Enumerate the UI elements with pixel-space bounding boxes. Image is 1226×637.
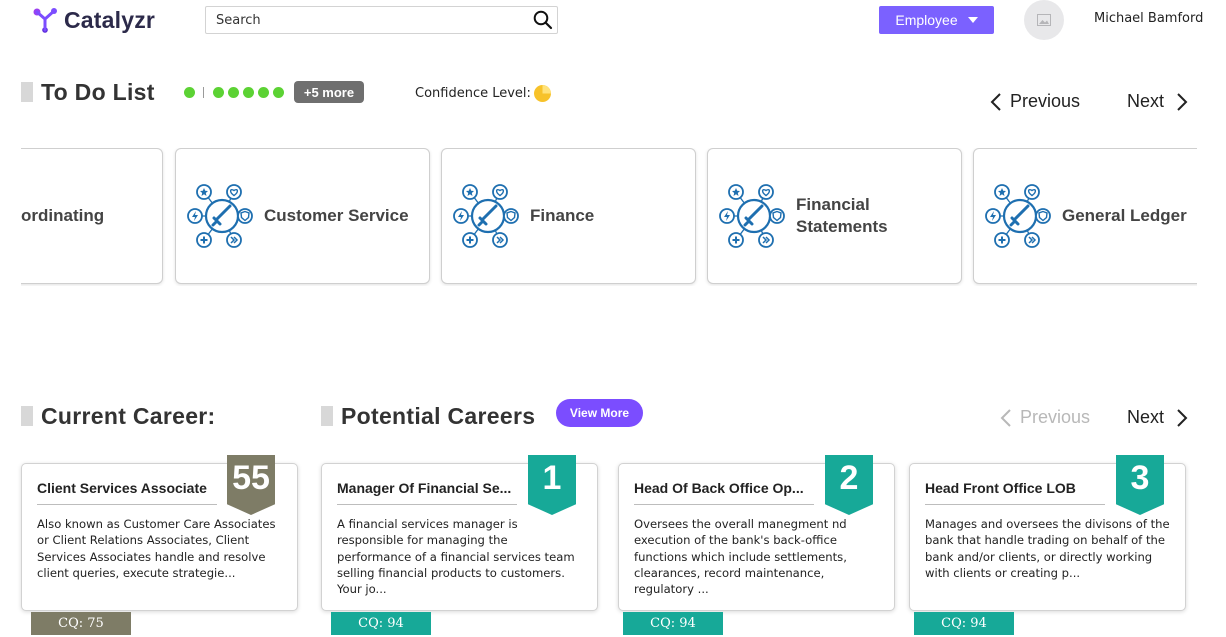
section-marker — [21, 406, 33, 426]
previous-label: Previous — [1020, 407, 1091, 427]
role-select[interactable]: Employee — [879, 6, 994, 34]
logo-text: Catalyzr — [64, 6, 156, 33]
career-description: Oversees the overall manegment nd execut… — [634, 517, 847, 597]
search-box[interactable] — [205, 6, 558, 34]
career-description: Manages and oversees the divisons of the… — [925, 517, 1170, 580]
divider — [337, 504, 517, 505]
skills-carousel: ordinating Customer Service Finance Fina… — [21, 148, 1197, 286]
chevron-right-icon — [1177, 408, 1188, 427]
progress-dots — [184, 87, 288, 98]
skill-card[interactable]: General Ledger — [973, 148, 1197, 284]
skill-label: Customer Service — [264, 206, 409, 225]
image-placeholder-icon — [1037, 14, 1051, 26]
progress-dot — [184, 87, 195, 98]
divider — [37, 504, 217, 505]
skill-card[interactable]: Finance — [441, 148, 696, 284]
next-label: Next — [1127, 91, 1165, 111]
career-description: Also known as Customer Care Associates o… — [37, 517, 276, 580]
skill-badge-icon — [187, 184, 253, 248]
potential-careers-title: Potential Careers — [341, 403, 536, 429]
confidence-label: Confidence Level: — [415, 86, 531, 101]
search-input[interactable] — [206, 7, 529, 33]
catalyzr-logo[interactable]: Catalyzr — [32, 6, 155, 34]
career-title: Head Front Office LOB — [925, 480, 1076, 496]
progress-divider — [203, 87, 204, 98]
cq-badge: CQ: 75 — [31, 612, 131, 635]
search-icon[interactable] — [529, 7, 557, 33]
skill-card[interactable]: Financial Statements — [707, 148, 962, 284]
chevron-left-icon — [990, 92, 1001, 111]
chevron-left-icon — [1000, 408, 1011, 427]
view-more-button[interactable]: View More — [556, 399, 643, 427]
confidence-indicator-icon — [534, 85, 551, 102]
career-description: A financial services manager is responsi… — [337, 517, 575, 597]
skill-label: Financial Statements — [796, 195, 888, 236]
current-career-card[interactable]: Client Services Associate Also known as … — [21, 455, 298, 611]
career-rank-badge: 1 — [528, 455, 576, 515]
careers-next-button[interactable]: Next — [1127, 407, 1188, 428]
next-label: Next — [1127, 407, 1165, 427]
skill-card[interactable]: ordinating — [21, 148, 163, 284]
progress-dot — [258, 87, 269, 98]
career-score-badge: 55 — [227, 455, 275, 515]
cq-badge: CQ: 94 — [623, 612, 723, 635]
progress-dot — [213, 87, 224, 98]
current-career-title: Current Career: — [41, 403, 216, 429]
skill-badge-icon — [453, 184, 519, 248]
section-marker — [321, 406, 333, 426]
potential-career-card[interactable]: Manager Of Financial Se... A financial s… — [321, 455, 598, 611]
previous-label: Previous — [1010, 91, 1081, 111]
todo-previous-button[interactable]: Previous — [990, 91, 1080, 112]
cq-badge: CQ: 94 — [331, 612, 431, 635]
skill-label: ordinating — [21, 206, 105, 225]
skill-card[interactable]: Customer Service — [175, 148, 430, 284]
career-title: Head Of Back Office Op... — [634, 480, 804, 496]
skill-label: General Ledger — [1062, 206, 1187, 225]
progress-dot — [228, 87, 239, 98]
divider — [634, 504, 814, 505]
section-marker — [21, 82, 33, 102]
career-rank-badge: 3 — [1116, 455, 1164, 515]
chevron-right-icon — [1177, 92, 1188, 111]
progress-dot — [273, 87, 284, 98]
progress-dot — [243, 87, 254, 98]
skill-label: Finance — [530, 206, 595, 225]
skill-badge-icon — [719, 184, 785, 248]
career-title: Manager Of Financial Se... — [337, 480, 512, 496]
more-badge[interactable]: +5 more — [294, 81, 364, 103]
potential-career-card[interactable]: Head Front Office LOB Manages and overse… — [909, 455, 1186, 611]
todo-title: To Do List — [41, 79, 155, 105]
avatar[interactable] — [1024, 0, 1064, 40]
logo-mark-icon — [33, 8, 57, 33]
chevron-down-icon — [967, 17, 978, 23]
user-name[interactable]: Michael Bamford — [1094, 11, 1203, 26]
career-rank-badge: 2 — [825, 455, 873, 515]
potential-career-card[interactable]: Head Of Back Office Op... Oversees the o… — [618, 455, 895, 611]
career-title: Client Services Associate — [37, 480, 207, 496]
cq-badge: CQ: 94 — [914, 612, 1014, 635]
divider — [925, 504, 1105, 505]
skill-badge-icon — [985, 184, 1051, 248]
todo-next-button[interactable]: Next — [1127, 91, 1188, 112]
careers-previous-button[interactable]: Previous — [1000, 407, 1090, 428]
role-select-value: Employee — [895, 12, 958, 28]
